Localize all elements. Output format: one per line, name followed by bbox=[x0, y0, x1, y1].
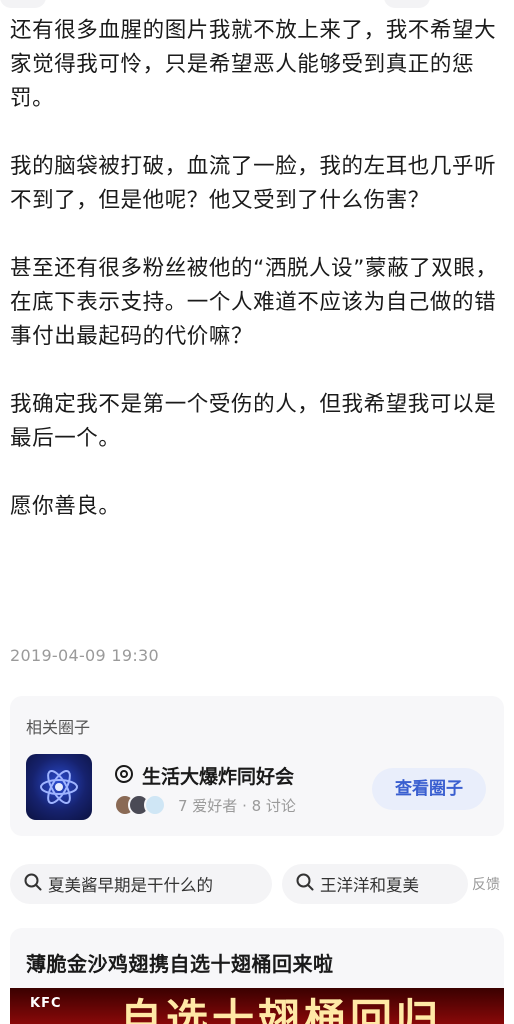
article-paragraph: 愿你善良。 bbox=[10, 494, 121, 519]
suggestion-text: 王洋洋和夏美 bbox=[320, 876, 419, 895]
circle-target-icon bbox=[114, 764, 134, 788]
article-paragraph: 还有很多血腥的图片我就不放上来了，我不希望大家觉得我可怜，只是希望恶人能够受到真… bbox=[10, 18, 497, 111]
ad-card[interactable]: 薄脆金沙鸡翅携自选十翅桶回来啦 KFC 自选十翅桶回归 bbox=[10, 928, 504, 1024]
feedback-link[interactable]: 反馈 bbox=[472, 874, 500, 894]
related-circle-card[interactable]: 相关圈子 生活大爆炸同好会 7 爱好者 · 8 讨论 查看圈子 bbox=[10, 696, 504, 836]
circle-stats: 7 爱好者 · 8 讨论 bbox=[178, 796, 296, 815]
search-suggestion-chip[interactable]: 夏美酱早期是干什么的 bbox=[10, 864, 272, 904]
ad-title: 薄脆金沙鸡翅携自选十翅桶回来啦 bbox=[26, 952, 334, 976]
article-paragraph: 甚至还有很多粉丝被他的“洒脱人设”蒙蔽了双眼，在底下表示支持。一个人难道不应该为… bbox=[10, 256, 498, 349]
avatar bbox=[144, 794, 166, 816]
search-suggestion-chip[interactable]: 王洋洋和夏美 bbox=[282, 864, 468, 904]
circle-logo-atom-icon bbox=[26, 754, 92, 820]
article-paragraph: 我确定我不是第一个受伤的人，但我希望我可以是最后一个。 bbox=[10, 392, 497, 451]
member-avatars bbox=[114, 794, 170, 816]
search-suggestions: 夏美酱早期是干什么的 王洋洋和夏美 反馈 bbox=[10, 864, 514, 904]
view-circle-button[interactable]: 查看圈子 bbox=[372, 768, 486, 810]
article-paragraph: 我的脑袋被打破，血流了一脸，我的左耳也几乎听不到了，但是他呢？他又受到了什么伤害… bbox=[10, 154, 497, 213]
search-icon bbox=[296, 873, 314, 895]
article-body: 还有很多血腥的图片我就不放上来了，我不希望大家觉得我可怜，只是希望恶人能够受到真… bbox=[10, 14, 506, 558]
ad-banner-image[interactable]: KFC 自选十翅桶回归 bbox=[10, 988, 504, 1024]
publish-timestamp: 2019-04-09 19:30 bbox=[10, 646, 159, 665]
circle-name: 生活大爆炸同好会 bbox=[142, 766, 295, 788]
related-circle-heading: 相关圈子 bbox=[26, 718, 91, 737]
search-icon bbox=[24, 873, 42, 895]
kfc-logo: KFC bbox=[30, 996, 62, 1011]
top-toolbar-fragment bbox=[0, 0, 46, 8]
suggestion-text: 夏美酱早期是干什么的 bbox=[48, 876, 213, 895]
top-toolbar-fragment bbox=[384, 0, 430, 8]
ad-banner-text: 自选十翅桶回归 bbox=[120, 995, 443, 1024]
